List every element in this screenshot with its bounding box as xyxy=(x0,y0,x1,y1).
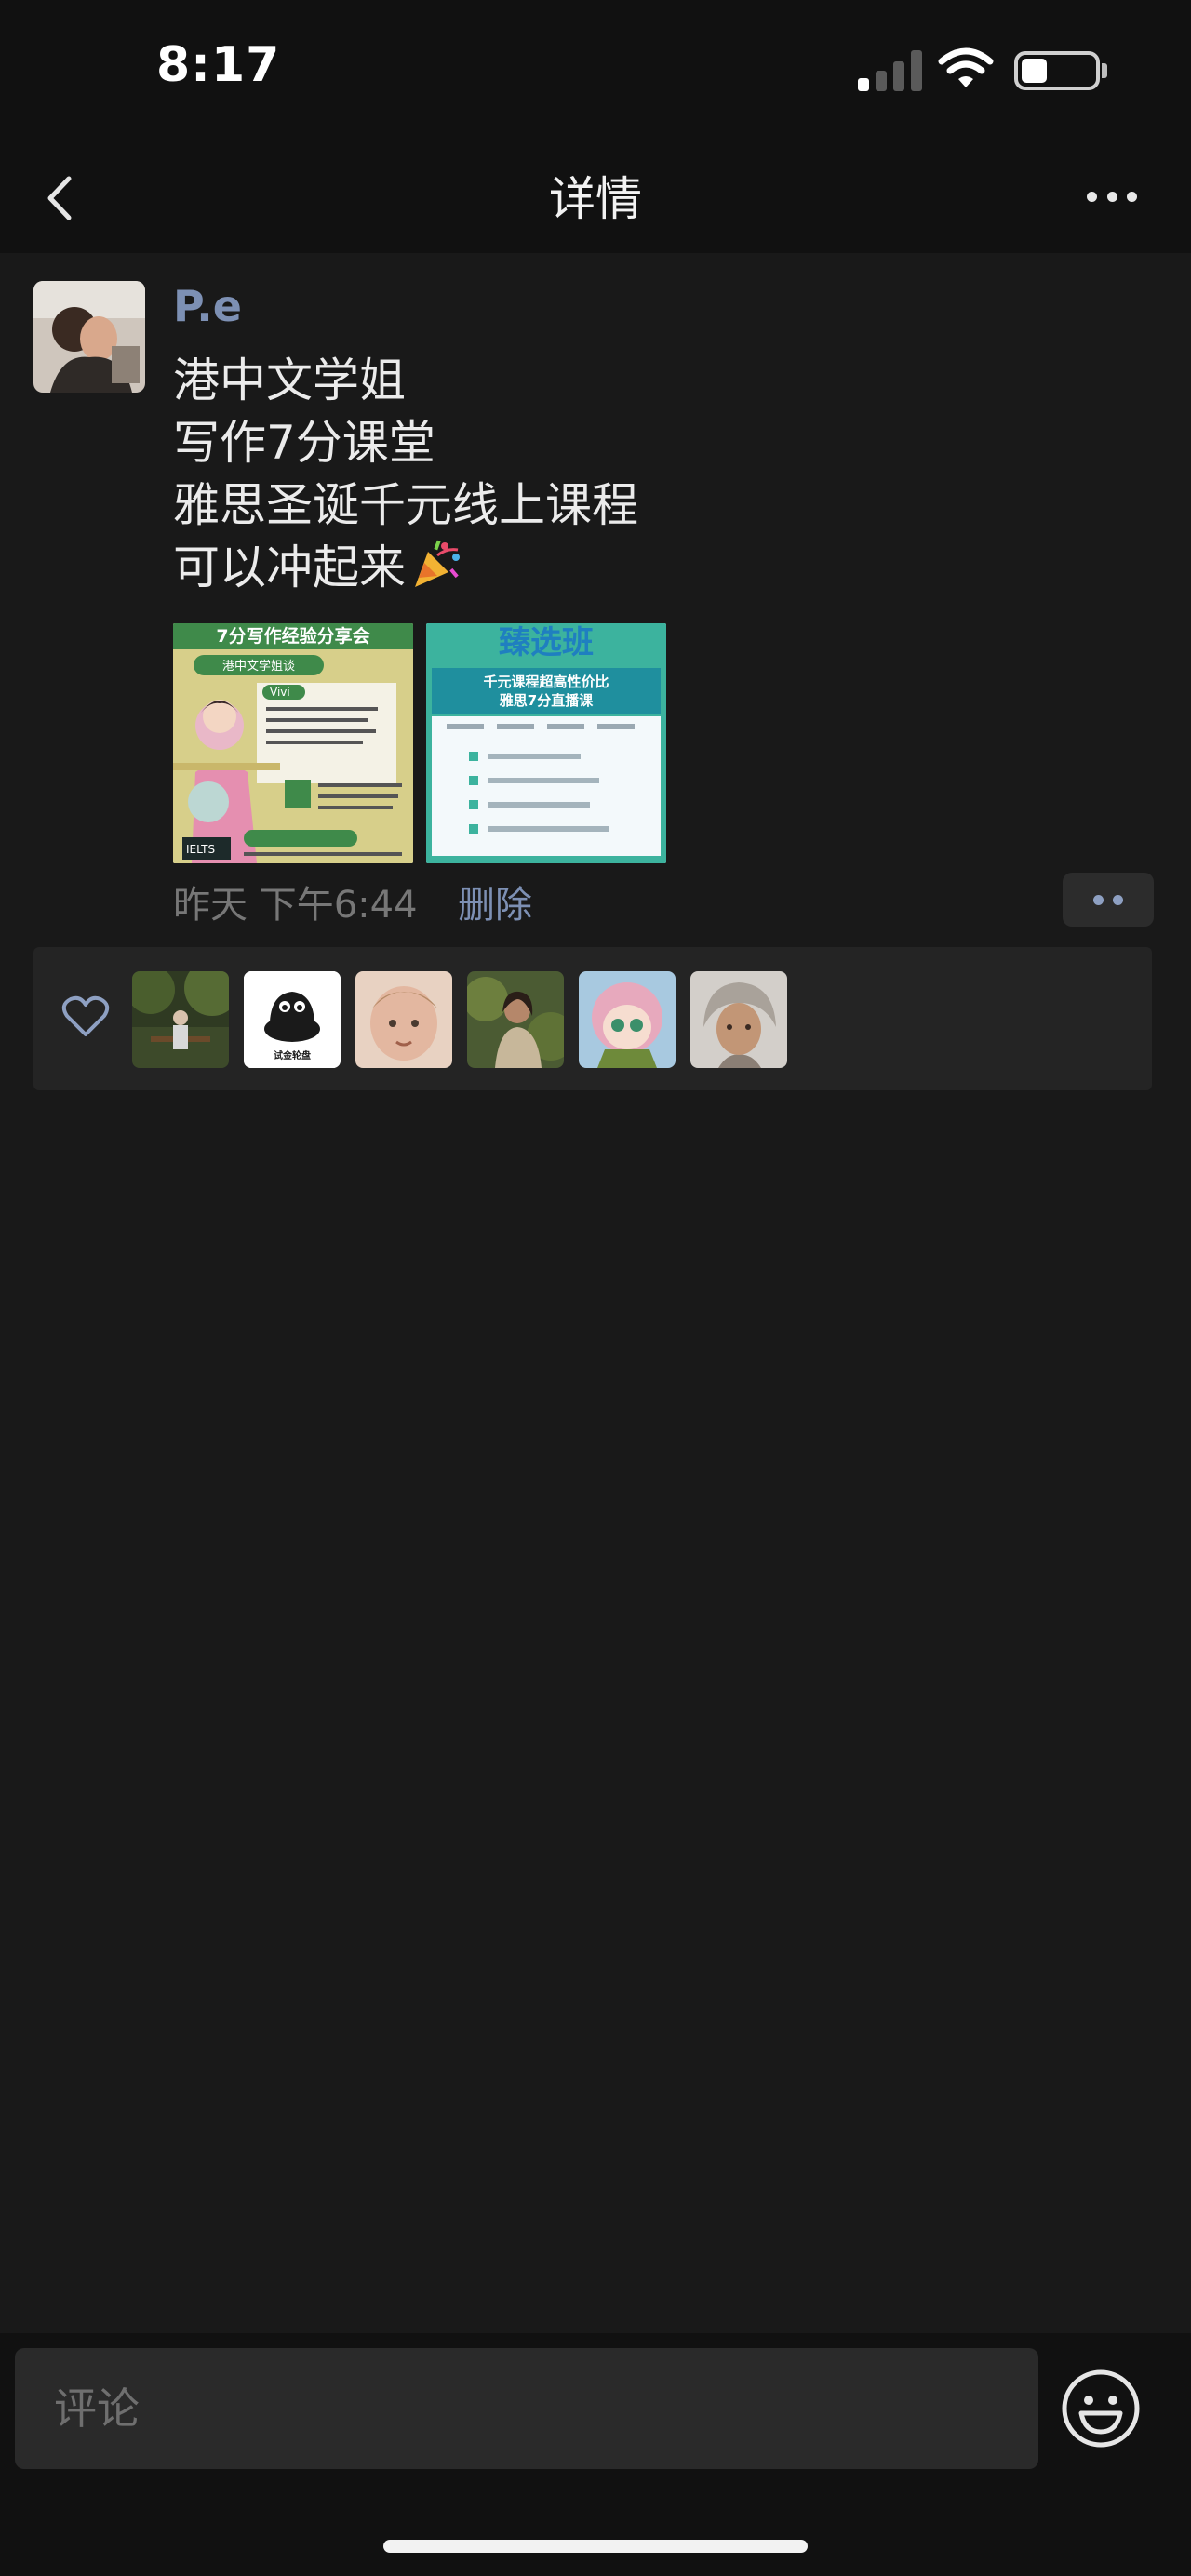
status-time: 8:17 xyxy=(156,37,281,93)
page-title: 详情 xyxy=(549,172,642,226)
like-comment-menu-button[interactable] xyxy=(1063,873,1154,927)
post-line-4-text: 可以冲起来 xyxy=(173,541,406,594)
like-avatar-3[interactable] xyxy=(355,971,452,1068)
cellular-signal-icon xyxy=(858,48,923,91)
post-line-1: 港中文学姐 xyxy=(173,354,406,407)
post-image-1[interactable]: 7分写作经验分享会 港中文学姐谈 Vivi IELTS xyxy=(173,623,413,863)
post-image-2[interactable]: 臻选班 千元课程超高性价比 雅思7分直播课 xyxy=(426,623,666,863)
emoji-face-icon[interactable] xyxy=(1059,2367,1143,2450)
wifi-icon xyxy=(938,47,994,87)
delete-link[interactable]: 删除 xyxy=(458,874,532,928)
like-avatar-1[interactable] xyxy=(132,971,229,1068)
image-2-subtitle: 千元课程超高性价比 xyxy=(483,674,609,690)
like-avatar-2[interactable]: 试金轮盘 xyxy=(244,971,341,1068)
comment-bar xyxy=(0,2333,1191,2576)
image-1-title: 7分写作经验分享会 xyxy=(216,625,369,647)
status-bar: 8:17 xyxy=(0,0,1191,140)
moments-detail-screen: 8:17 详情 P.e 港中文学姐 写作7分课堂 雅思圣诞千元线上课程 可以冲起… xyxy=(0,0,1191,2576)
post-timestamp: 昨天 下午6:44 xyxy=(173,884,418,927)
comment-input[interactable] xyxy=(15,2348,1038,2469)
heart-outline-icon xyxy=(61,995,110,1036)
like-avatar-5[interactable] xyxy=(579,971,676,1068)
back-chevron-icon[interactable] xyxy=(37,166,84,231)
image-1-name: Vivi xyxy=(270,686,290,699)
post-line-2: 写作7分课堂 xyxy=(173,416,435,470)
likes-panel: 试金轮盘 xyxy=(33,947,1152,1090)
battery-icon xyxy=(1014,51,1100,90)
home-indicator[interactable] xyxy=(383,2540,808,2553)
navigation-bar: 详情 xyxy=(0,140,1191,253)
like-avatar-4[interactable] xyxy=(467,971,564,1068)
image-1-tag: 港中文学姐谈 xyxy=(222,659,295,674)
like-avatar-6[interactable] xyxy=(690,971,787,1068)
image-2-title: 臻选班 xyxy=(499,624,594,661)
author-name[interactable]: P.e xyxy=(173,281,242,331)
post-content: 港中文学姐 写作7分课堂 雅思圣诞千元线上课程 可以冲起来 xyxy=(173,350,1104,599)
party-popper-icon xyxy=(415,540,460,587)
battery-level xyxy=(1022,59,1047,83)
more-options-icon[interactable] xyxy=(1079,173,1144,220)
author-avatar[interactable] xyxy=(33,281,145,393)
image-1-badge: IELTS xyxy=(186,843,215,856)
image-2-subtitle2: 雅思7分直播课 xyxy=(499,692,594,709)
post-line-3: 雅思圣诞千元线上课程 xyxy=(173,478,638,532)
post-line-4: 可以冲起来 xyxy=(173,537,1104,599)
battery-tip xyxy=(1102,63,1107,78)
like-avatar-2-label: 试金轮盘 xyxy=(274,1049,311,1061)
